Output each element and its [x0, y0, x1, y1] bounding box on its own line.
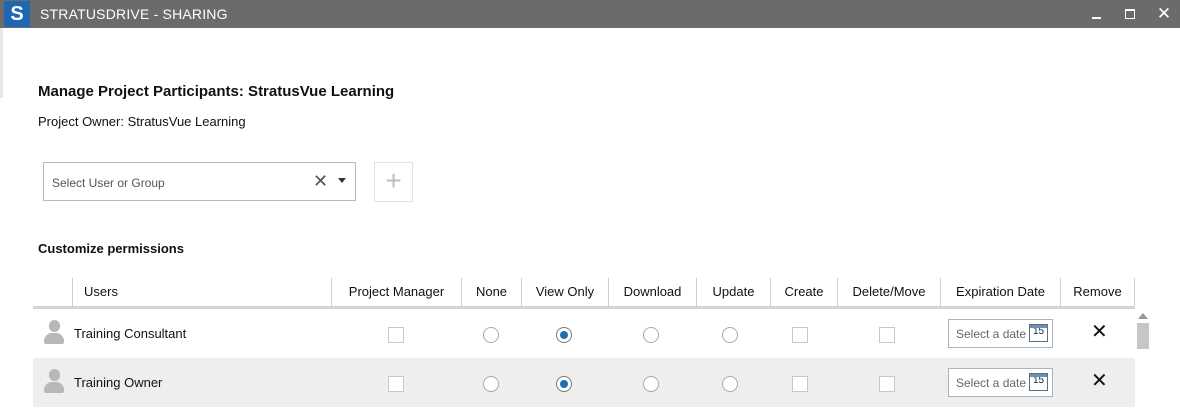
maximize-button[interactable]: [1120, 4, 1140, 24]
table-row: Training Owner Select a date 15 ✕: [33, 358, 1135, 407]
update-radio[interactable]: [722, 376, 738, 392]
user-name: Training Owner: [74, 375, 163, 390]
expiration-date-placeholder: Select a date: [956, 327, 1027, 341]
create-checkbox[interactable]: [792, 376, 808, 392]
view-only-radio[interactable]: [556, 327, 572, 343]
vertical-scrollbar[interactable]: [1136, 310, 1150, 412]
minimize-icon: [1091, 17, 1101, 19]
window-title: STRATUSDRIVE - SHARING: [40, 6, 228, 22]
column-header-remove[interactable]: Remove: [1060, 278, 1135, 306]
scroll-up-arrow-icon[interactable]: [1138, 313, 1148, 319]
project-manager-checkbox[interactable]: [388, 376, 404, 392]
none-radio[interactable]: [483, 376, 499, 392]
background-window-edge: [0, 28, 3, 98]
column-header-users[interactable]: Users: [72, 278, 331, 306]
add-participant-button[interactable]: +: [374, 162, 413, 202]
user-name: Training Consultant: [74, 326, 187, 341]
column-header-download[interactable]: Download: [608, 278, 696, 306]
column-header-create[interactable]: Create: [770, 278, 837, 306]
column-header-project-manager[interactable]: Project Manager: [331, 278, 461, 306]
create-checkbox[interactable]: [792, 327, 808, 343]
update-radio[interactable]: [722, 327, 738, 343]
calendar-icon[interactable]: 15: [1029, 373, 1048, 391]
delete-move-checkbox[interactable]: [879, 327, 895, 343]
table-row: Training Consultant Select a date 15 ✕: [33, 309, 1135, 358]
window-titlebar: S STRATUSDRIVE - SHARING ✕: [0, 0, 1180, 28]
expiration-date-picker[interactable]: Select a date 15: [948, 368, 1053, 397]
column-header-expiration-date[interactable]: Expiration Date: [940, 278, 1060, 306]
download-radio[interactable]: [643, 327, 659, 343]
project-manager-checkbox[interactable]: [388, 327, 404, 343]
grid-header: Users Project Manager None View Only Dow…: [33, 278, 1135, 309]
page-title: Manage Project Participants: StratusVue …: [38, 83, 395, 100]
expiration-date-placeholder: Select a date: [956, 376, 1027, 390]
column-header-none[interactable]: None: [461, 278, 521, 306]
user-group-select[interactable]: Select User or Group ✕: [43, 162, 356, 201]
permissions-grid: Users Project Manager None View Only Dow…: [33, 278, 1135, 407]
column-header-view-only[interactable]: View Only: [521, 278, 608, 306]
minimize-button[interactable]: [1086, 4, 1106, 24]
calendar-icon[interactable]: 15: [1029, 324, 1048, 342]
project-owner-label: Project Owner: StratusVue Learning: [38, 114, 246, 129]
close-button[interactable]: ✕: [1154, 4, 1174, 24]
plus-icon: +: [385, 165, 402, 196]
scrollbar-thumb[interactable]: [1137, 323, 1149, 349]
permissions-section-title: Customize permissions: [38, 241, 184, 256]
header-avatar-column: [33, 278, 72, 306]
download-radio[interactable]: [643, 376, 659, 392]
user-avatar-icon: [43, 320, 65, 346]
maximize-icon: [1125, 9, 1135, 19]
dropdown-caret-icon[interactable]: [338, 178, 346, 183]
app-logo-icon: S: [4, 1, 30, 27]
user-group-placeholder: Select User or Group: [52, 176, 165, 190]
close-icon: ✕: [1156, 4, 1172, 23]
user-avatar-icon: [43, 369, 65, 395]
column-header-update[interactable]: Update: [696, 278, 770, 306]
delete-move-checkbox[interactable]: [879, 376, 895, 392]
view-only-radio[interactable]: [556, 376, 572, 392]
none-radio[interactable]: [483, 327, 499, 343]
remove-participant-button[interactable]: ✕: [1091, 371, 1108, 391]
expiration-date-picker[interactable]: Select a date 15: [948, 319, 1053, 348]
remove-participant-button[interactable]: ✕: [1091, 322, 1108, 342]
column-header-delete-move[interactable]: Delete/Move: [837, 278, 940, 306]
clear-selection-icon[interactable]: ✕: [313, 172, 328, 190]
